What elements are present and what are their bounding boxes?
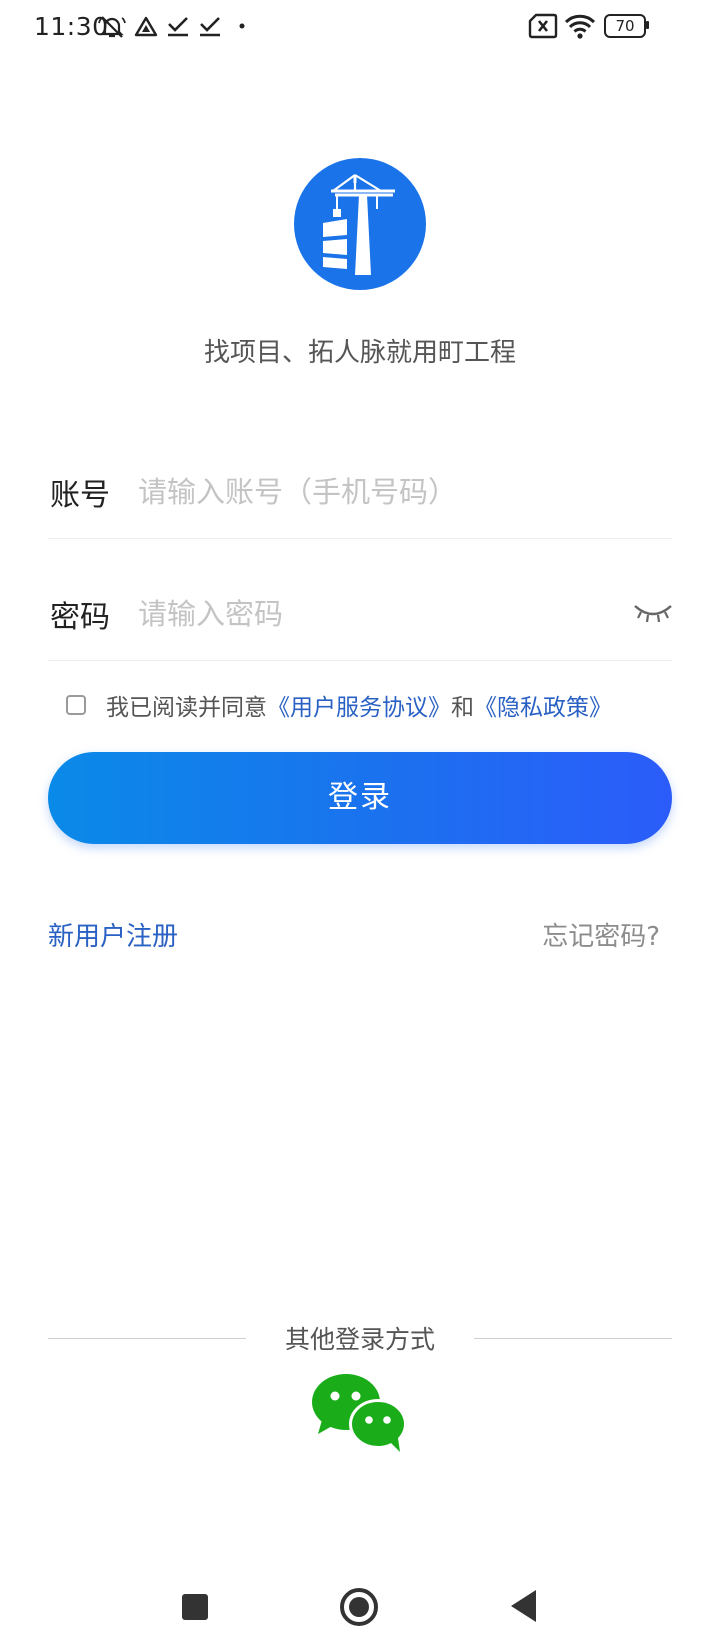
agreement-prefix: 我已阅读并同意 bbox=[106, 695, 267, 721]
account-label: 账号 bbox=[50, 478, 110, 513]
no-sim-icon bbox=[528, 13, 558, 39]
agreement-conjunction: 和 bbox=[451, 695, 474, 721]
check-icon bbox=[168, 17, 188, 37]
other-login-title: 其他登录方式 bbox=[284, 1325, 435, 1354]
battery-icon: 70 bbox=[604, 14, 649, 38]
mute-icon bbox=[98, 16, 126, 38]
password-divider bbox=[48, 660, 672, 661]
crane-logo-icon bbox=[294, 158, 426, 290]
slogan: 找项目、拓人脉就用町工程 bbox=[203, 338, 516, 368]
agreement-checkbox[interactable] bbox=[66, 695, 86, 715]
check-icon bbox=[200, 17, 220, 37]
drive-icon bbox=[134, 16, 158, 37]
agreement-row: 我已阅读并同意 《用户服务协议》 和 《隐私政策》 bbox=[66, 688, 612, 722]
home-button[interactable] bbox=[338, 1586, 380, 1628]
dot-icon bbox=[239, 23, 245, 29]
register-link[interactable]: 新用户注册 bbox=[48, 916, 178, 953]
wifi-icon bbox=[564, 14, 596, 39]
battery-level: 70 bbox=[615, 17, 635, 35]
account-input[interactable] bbox=[138, 470, 658, 514]
password-input[interactable] bbox=[138, 592, 598, 636]
status-bar: 11:30 70 bbox=[0, 0, 720, 56]
privacy-link[interactable]: 《隐私政策》 bbox=[474, 688, 612, 722]
account-divider bbox=[48, 538, 672, 539]
forgot-password-link[interactable]: 忘记密码? bbox=[542, 916, 660, 953]
password-label: 密码 bbox=[50, 600, 110, 635]
eye-closed-icon[interactable] bbox=[632, 600, 674, 626]
terms-link[interactable]: 《用户服务协议》 bbox=[267, 688, 451, 722]
back-button[interactable] bbox=[508, 1588, 540, 1624]
wechat-icon[interactable] bbox=[310, 1372, 410, 1454]
login-button[interactable]: 登录 bbox=[48, 752, 672, 844]
recents-button[interactable] bbox=[180, 1592, 210, 1622]
